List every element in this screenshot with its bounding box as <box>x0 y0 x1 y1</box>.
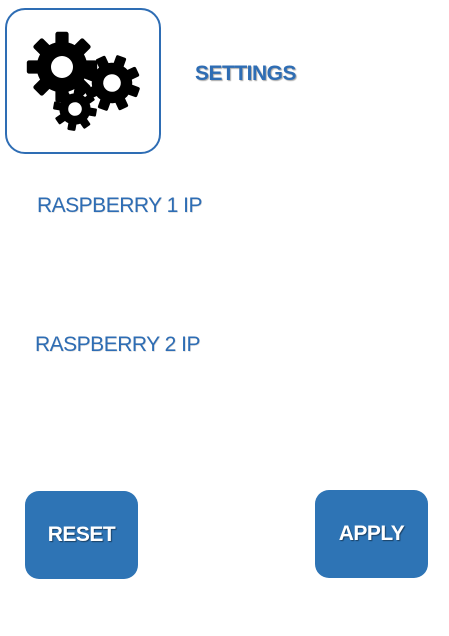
apply-button[interactable]: APPLY <box>315 490 428 578</box>
raspberry-1-ip-label: RASPBERRY 1 IP <box>37 194 202 217</box>
page-title: SETTINGS <box>195 62 297 85</box>
raspberry-2-ip-label: RASPBERRY 2 IP <box>35 333 200 356</box>
apply-button-label: APPLY <box>338 522 405 545</box>
settings-gears-tile <box>5 8 161 154</box>
raspberry-1-ip-input[interactable] <box>35 232 419 268</box>
reset-button[interactable]: RESET <box>25 491 138 579</box>
gears-icon <box>26 31 147 132</box>
reset-button-label: RESET <box>47 523 116 546</box>
raspberry-2-ip-input[interactable] <box>35 372 419 408</box>
